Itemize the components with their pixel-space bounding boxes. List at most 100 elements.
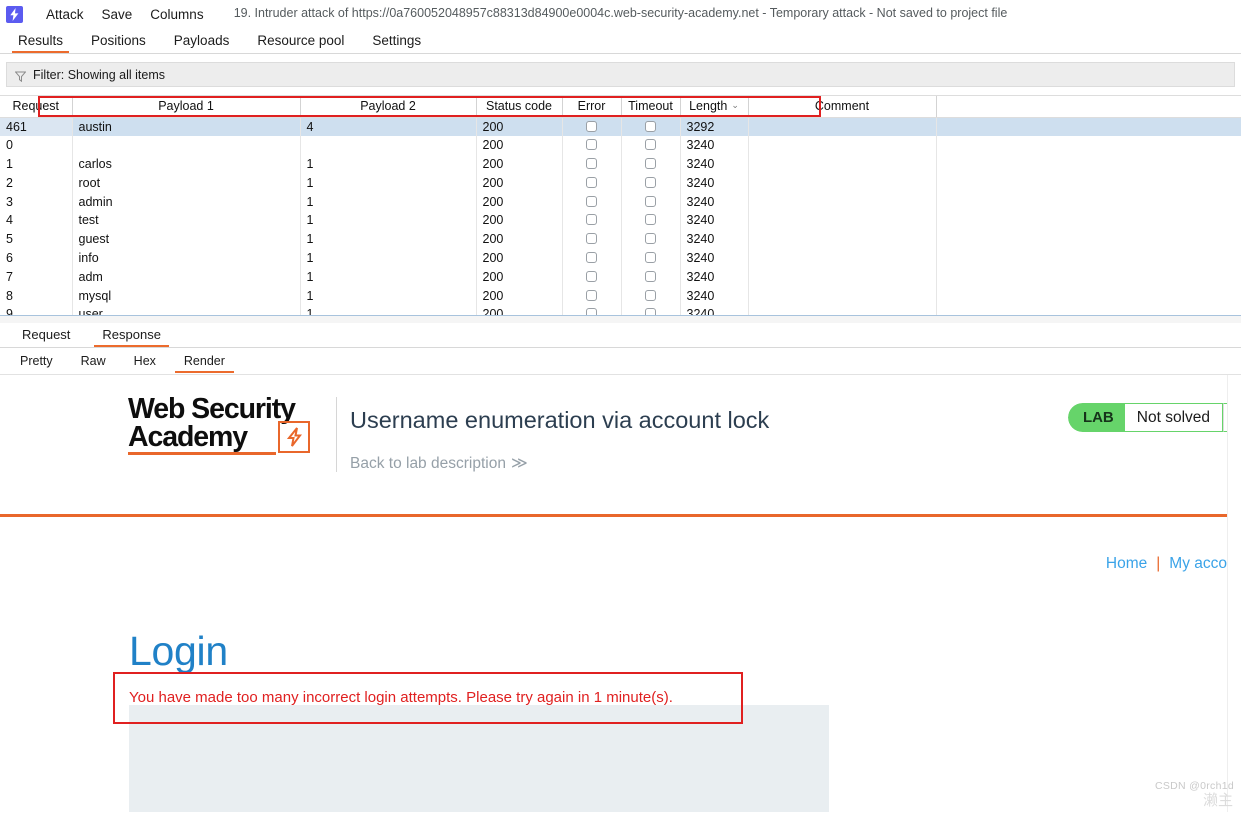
results-table-container[interactable]: Request Payload 1 Payload 2 Status code … [0,95,1241,323]
cell-comment[interactable] [748,248,937,268]
col-header-payload1[interactable]: Payload 1 [72,96,301,118]
cell-comment[interactable] [748,135,937,155]
col-header-error[interactable]: Error [562,96,622,118]
lab-tag: LAB [1067,403,1125,432]
checkbox-error[interactable] [586,176,597,188]
cell-payload1: test [72,210,301,230]
col-header-comment[interactable]: Comment [748,96,937,118]
cell-length: 3240 [680,229,749,249]
cell-length: 3240 [680,248,749,268]
tab-hex[interactable]: Hex [120,352,170,374]
cell-comment[interactable] [748,117,937,136]
cell-error [562,117,622,136]
cell-length: 3240 [680,154,749,174]
checkbox-error[interactable] [586,195,597,207]
table-row[interactable]: 4 test 1 200 3240 [0,210,1241,230]
menu-columns[interactable]: Columns [141,5,212,24]
filter-bar[interactable]: Filter: Showing all items [6,62,1235,87]
col-header-filler [936,96,1241,118]
col-header-payload2[interactable]: Payload 2 [300,96,477,118]
watermark-text-secondary: 濑主 [1202,792,1233,809]
checkbox-timeout[interactable] [645,157,656,169]
cell-filler [936,117,1241,136]
table-row[interactable]: 3 admin 1 200 3240 [0,192,1241,211]
checkbox-timeout[interactable] [645,214,656,226]
table-row[interactable]: 0 200 3240 [0,135,1241,155]
nav-link-home[interactable]: Home [1106,555,1147,572]
cell-timeout [621,229,681,249]
cell-comment[interactable] [748,229,937,249]
tab-request[interactable]: Request [6,326,86,347]
intruder-tabstrip: Results Positions Payloads Resource pool… [0,28,1241,54]
table-row[interactable]: 7 adm 1 200 3240 [0,267,1241,287]
cell-timeout [621,173,681,193]
cell-payload1 [72,135,301,155]
cell-comment[interactable] [748,154,937,174]
checkbox-timeout[interactable] [645,120,656,132]
menu-save[interactable]: Save [93,5,142,24]
tab-raw[interactable]: Raw [67,352,120,374]
cell-payload2: 1 [300,173,477,193]
checkbox-error[interactable] [586,289,597,301]
table-row[interactable]: 2 root 1 200 3240 [0,173,1241,193]
results-table-body: 461 austin 4 200 3292 0 200 3240 1 carlo… [0,117,1241,323]
page-vertical-scrollbar[interactable] [1227,375,1241,812]
cell-request: 8 [0,286,73,305]
cell-comment[interactable] [748,173,937,193]
results-horizontal-scrollbar[interactable] [0,315,1241,323]
tab-payloads[interactable]: Payloads [160,32,244,53]
cell-payload1: austin [72,117,301,136]
checkbox-timeout[interactable] [645,139,656,151]
checkbox-error[interactable] [586,270,597,282]
checkbox-timeout[interactable] [645,233,656,245]
nav-separator: | [1156,555,1161,572]
tab-render[interactable]: Render [170,352,239,374]
cell-comment[interactable] [748,286,937,305]
cell-error [562,173,622,193]
cell-length: 3240 [680,267,749,287]
checkbox-error[interactable] [586,251,597,263]
cell-comment[interactable] [748,210,937,230]
cell-comment[interactable] [748,267,937,287]
tab-pretty[interactable]: Pretty [6,352,67,374]
cell-timeout [621,154,681,174]
col-header-timeout[interactable]: Timeout [621,96,681,118]
checkbox-timeout[interactable] [645,195,656,207]
cell-error [562,267,622,287]
tab-results[interactable]: Results [4,32,77,53]
menu-attack[interactable]: Attack [37,5,93,24]
tab-resource-pool[interactable]: Resource pool [243,32,358,53]
col-header-status-code[interactable]: Status code [476,96,563,118]
checkbox-timeout[interactable] [645,289,656,301]
checkbox-error[interactable] [586,120,597,132]
col-header-request[interactable]: Request [0,96,73,118]
tab-positions[interactable]: Positions [77,32,160,53]
table-row[interactable]: 6 info 1 200 3240 [0,248,1241,268]
nav-link-my-account[interactable]: My acco [1169,555,1227,572]
status-badge[interactable]: LAB Not solved ⌄ [1067,403,1241,432]
tab-settings[interactable]: Settings [358,32,435,53]
table-row[interactable]: 5 guest 1 200 3240 [0,229,1241,249]
col-header-length[interactable]: Length ⌄ [680,96,749,118]
cell-status: 200 [476,210,563,230]
cell-comment[interactable] [748,192,937,211]
checkbox-timeout[interactable] [645,270,656,282]
checkbox-timeout[interactable] [645,176,656,188]
cell-payload1: admin [72,192,301,211]
table-row[interactable]: 461 austin 4 200 3292 [0,117,1241,136]
cell-status: 200 [476,248,563,268]
scrollbar-thumb[interactable] [0,316,1241,323]
table-row[interactable]: 8 mysql 1 200 3240 [0,286,1241,305]
checkbox-timeout[interactable] [645,251,656,263]
table-row[interactable]: 1 carlos 1 200 3240 [0,154,1241,174]
cell-status: 200 [476,117,563,136]
checkbox-error[interactable] [586,157,597,169]
cell-status: 200 [476,267,563,287]
checkbox-error[interactable] [586,139,597,151]
web-security-academy-logo[interactable]: Web Security Academy [128,395,333,455]
checkbox-error[interactable] [586,214,597,226]
tab-response[interactable]: Response [86,326,177,347]
checkbox-error[interactable] [586,233,597,245]
view-tabs: Pretty Raw Hex Render [0,348,1241,375]
back-to-lab-description-link[interactable]: Back to lab description ≫ [350,453,528,473]
